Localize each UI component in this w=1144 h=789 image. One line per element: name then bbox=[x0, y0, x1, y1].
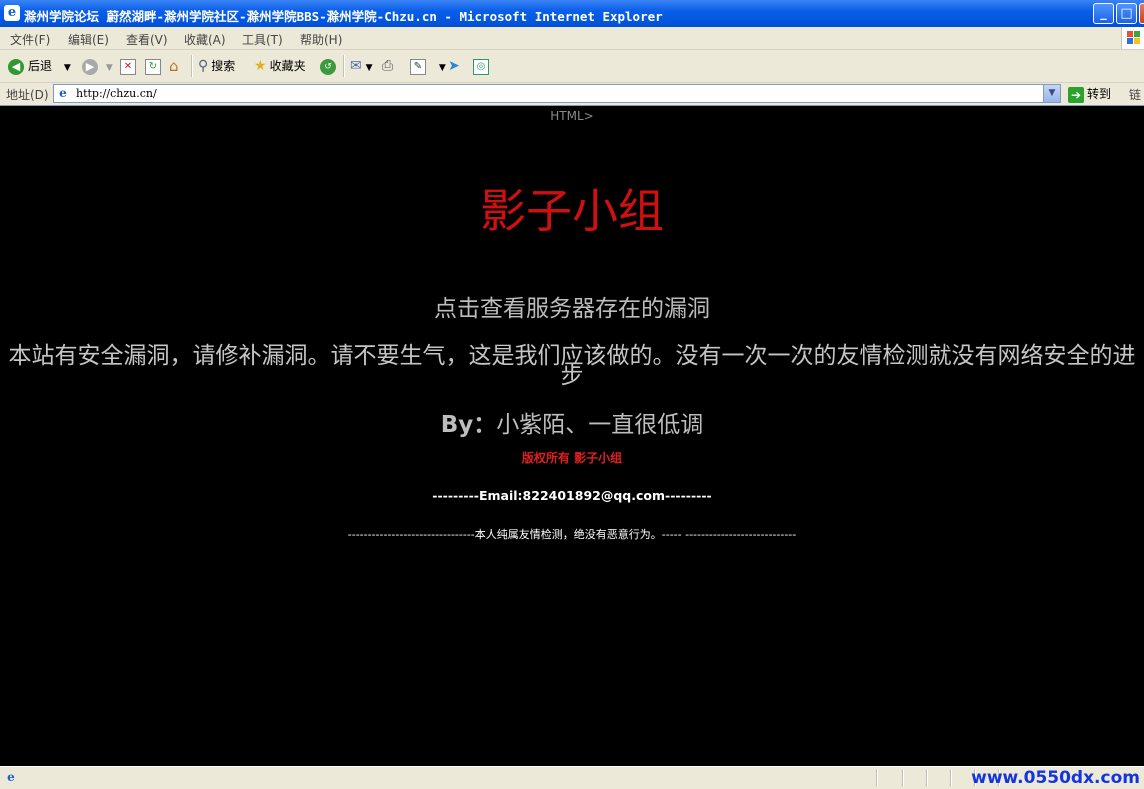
status-separator bbox=[950, 769, 952, 787]
stop-button[interactable]: ✕ bbox=[120, 56, 139, 76]
menu-file[interactable]: 文件(F) bbox=[10, 31, 50, 48]
menu-view[interactable]: 查看(V) bbox=[126, 31, 168, 48]
home-button[interactable]: ⌂ bbox=[169, 56, 179, 76]
menu-help[interactable]: 帮助(H) bbox=[300, 31, 342, 48]
print-icon: ⎙ bbox=[382, 58, 394, 74]
stop-icon: ✕ bbox=[120, 58, 136, 75]
go-button[interactable]: ➔ 转到 bbox=[1068, 85, 1111, 103]
minimize-button[interactable]: _ bbox=[1093, 3, 1114, 24]
search-icon: ⚲ bbox=[198, 58, 209, 74]
go-label: 转到 bbox=[1087, 87, 1112, 101]
favorites-button[interactable]: ★ 收藏夹 bbox=[254, 56, 306, 76]
watermark-text: www.0550dx.com bbox=[971, 768, 1140, 788]
messenger-icon: ➤ bbox=[448, 58, 460, 74]
standard-toolbar: ◀ 后退 ▼ ▶ ▼ ✕ ↻ ⌂ ⚲ 搜索 ★ 收藏夹 ↺ ✉ ▼ ⎙ ✎ ▼ ➤ ◎ bbox=[0, 50, 1144, 83]
research-icon: ◎ bbox=[473, 58, 489, 75]
search-button[interactable]: ⚲ 搜索 bbox=[198, 56, 235, 76]
windows-logo-icon bbox=[1121, 27, 1144, 49]
close-button[interactable] bbox=[1139, 3, 1144, 24]
edit-button[interactable]: ✎ ▼ bbox=[410, 56, 446, 76]
address-dropdown-icon[interactable]: ▼ bbox=[1043, 85, 1060, 102]
back-button[interactable]: ◀ 后退 ▼ bbox=[8, 56, 71, 76]
email-text: ---------Email:822401892@qq.com--------- bbox=[432, 488, 712, 503]
address-input[interactable]: e http://chzu.cn/ ▼ bbox=[53, 84, 1061, 103]
maximize-button[interactable]: □ bbox=[1116, 3, 1137, 24]
status-page-icon: e bbox=[7, 770, 15, 784]
menu-bar: 文件(F) 编辑(E) 查看(V) 收藏(A) 工具(T) 帮助(H) bbox=[0, 27, 1144, 50]
html-fragment-text: HTML> bbox=[550, 109, 594, 123]
security-notice: 本站有安全漏洞，请修补漏洞。请不要生气，这是我们应该做的。没有一次一次的友情检测… bbox=[8, 343, 1136, 389]
menu-favorites[interactable]: 收藏(A) bbox=[184, 31, 226, 48]
mail-button[interactable]: ✉ ▼ bbox=[350, 56, 372, 76]
page-title: 影子小组 bbox=[480, 184, 664, 238]
byline: By：小紫陌、一直很低调 bbox=[0, 405, 1144, 439]
vulnerability-link[interactable]: 点击查看服务器存在的漏洞 bbox=[0, 289, 1144, 323]
window-title-bar[interactable]: e 滁州学院论坛 蔚然湖畔-滁州学院社区-滁州学院BBS-滁州学院-Chzu.c… bbox=[0, 0, 1144, 27]
refresh-button[interactable]: ↻ bbox=[145, 56, 164, 76]
research-button[interactable]: ◎ bbox=[473, 56, 492, 76]
mail-dropdown-icon[interactable]: ▼ bbox=[366, 63, 373, 73]
back-arrow-icon: ◀ bbox=[8, 58, 24, 75]
print-button[interactable]: ⎙ bbox=[382, 56, 393, 76]
address-label: 地址(D) bbox=[6, 88, 49, 102]
home-icon: ⌂ bbox=[169, 57, 179, 75]
messenger-button[interactable]: ➤ bbox=[448, 56, 460, 76]
favorites-label: 收藏夹 bbox=[269, 59, 306, 73]
forward-dropdown-icon[interactable]: ▼ bbox=[106, 63, 113, 73]
byline-prefix: By： bbox=[440, 412, 497, 438]
search-label: 搜索 bbox=[211, 59, 236, 73]
status-separator bbox=[926, 769, 928, 787]
toolbar-separator bbox=[191, 55, 193, 77]
copyright-text: 版权所有 影子小组 bbox=[521, 451, 623, 465]
address-url: http://chzu.cn/ bbox=[76, 87, 157, 100]
status-separator bbox=[876, 769, 878, 787]
mail-icon: ✉ bbox=[350, 58, 362, 74]
history-icon: ↺ bbox=[320, 58, 336, 75]
status-separator bbox=[902, 769, 904, 787]
edit-dropdown-icon[interactable]: ▼ bbox=[439, 63, 446, 73]
history-button[interactable]: ↺ bbox=[320, 56, 340, 76]
forward-arrow-icon: ▶ bbox=[82, 58, 98, 75]
edit-page-icon: ✎ bbox=[410, 58, 426, 75]
back-dropdown-icon[interactable]: ▼ bbox=[64, 63, 71, 73]
page-content: HTML> 影子小组 点击查看服务器存在的漏洞 本站有安全漏洞，请修补漏洞。请不… bbox=[0, 105, 1144, 766]
go-arrow-icon: ➔ bbox=[1068, 86, 1084, 103]
menu-edit[interactable]: 编辑(E) bbox=[68, 31, 109, 48]
links-label[interactable]: 链 bbox=[1129, 86, 1141, 103]
page-icon: e bbox=[59, 86, 67, 100]
forward-button[interactable]: ▶ ▼ bbox=[82, 56, 113, 76]
disclaimer-text: --------------------------------本人纯属友情检测… bbox=[347, 528, 797, 541]
favorites-star-icon: ★ bbox=[254, 58, 267, 74]
byline-names: 小紫陌、一直很低调 bbox=[496, 412, 704, 438]
address-bar: 地址(D) e http://chzu.cn/ ▼ ➔ 转到 链 bbox=[0, 83, 1144, 105]
ie-icon[interactable]: e bbox=[4, 5, 20, 21]
refresh-icon: ↻ bbox=[145, 58, 161, 75]
status-bar: e www.0550dx.com bbox=[0, 766, 1144, 789]
window-title: 滁州学院论坛 蔚然湖畔-滁州学院社区-滁州学院BBS-滁州学院-Chzu.cn … bbox=[24, 9, 663, 24]
toolbar-separator bbox=[343, 55, 345, 77]
back-label: 后退 bbox=[28, 59, 53, 73]
menu-tools[interactable]: 工具(T) bbox=[242, 31, 283, 48]
